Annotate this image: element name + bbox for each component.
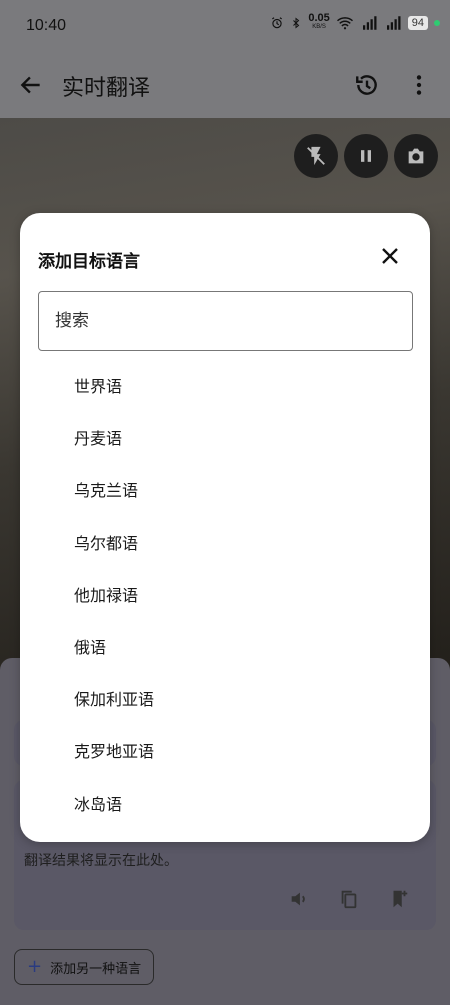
search-input[interactable] [38, 291, 413, 351]
status-icons: 0.05 KB/S 94 [270, 12, 440, 32]
pause-button[interactable] [344, 134, 388, 178]
wifi-icon [336, 17, 353, 30]
plus-icon: + [27, 956, 43, 977]
add-target-language-dialog: 添加目标语言 世界语 丹麦语 乌克兰语 乌尔都语 他加禄语 俄语 保加利亚语 克… [20, 213, 430, 842]
bluetooth-icon [293, 17, 300, 29]
signal-5g-icon [362, 16, 377, 30]
more-vert-icon[interactable] [406, 72, 432, 98]
language-item[interactable]: 乌尔都语 [20, 516, 430, 568]
flash-toggle-button[interactable] [294, 134, 338, 178]
page-title: 实时翻译 [62, 76, 151, 101]
language-item[interactable]: 俄语 [20, 620, 430, 672]
dialog-title: 添加目标语言 [38, 252, 140, 272]
result-actions [288, 888, 410, 910]
result-placeholder: 翻译结果将显示在此处。 [24, 853, 178, 869]
flash-off-icon [307, 146, 325, 166]
capture-button[interactable] [394, 134, 438, 178]
signal-5g-icon-2 [386, 16, 401, 30]
back-arrow-icon[interactable] [18, 72, 44, 98]
privacy-indicator-dot [434, 20, 440, 26]
app-bar: 实时翻译 [0, 52, 450, 118]
language-item[interactable]: 克罗地亚语 [20, 724, 430, 776]
copy-icon[interactable] [338, 888, 360, 910]
language-item[interactable]: 他加禄语 [20, 568, 430, 620]
language-item[interactable]: 丹麦语 [20, 411, 430, 463]
close-icon[interactable] [378, 244, 402, 268]
add-another-language-button[interactable]: + 添加另一种语言 [14, 949, 155, 985]
language-list: 世界语 丹麦语 乌克兰语 乌尔都语 他加禄语 俄语 保加利亚语 克罗地亚语 冰岛… [20, 359, 430, 829]
language-item[interactable]: 世界语 [20, 359, 430, 411]
alarm-icon [272, 17, 283, 29]
language-item[interactable]: 冰岛语 [20, 777, 430, 829]
battery-level: 94 [407, 16, 428, 30]
net-speed: 0.05 KB/S [308, 12, 330, 31]
pause-icon [361, 150, 371, 162]
language-item[interactable]: 乌克兰语 [20, 463, 430, 515]
bookmark-add-icon[interactable] [388, 888, 410, 910]
speaker-icon[interactable] [288, 888, 310, 910]
add-language-label: 添加另一种语言 [50, 961, 142, 977]
status-bar: 10:40 0.05 KB/S 94 [0, 0, 450, 52]
camera-icon [408, 148, 424, 164]
history-icon[interactable] [354, 72, 380, 98]
language-item[interactable]: 保加利亚语 [20, 672, 430, 724]
status-time: 10:40 [26, 17, 67, 34]
